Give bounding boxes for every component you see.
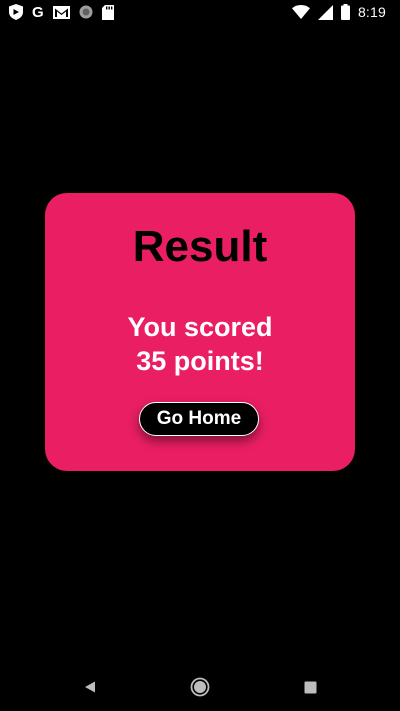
battery-icon: [340, 4, 350, 20]
circle-icon: [79, 5, 93, 19]
result-title: Result: [132, 222, 268, 271]
gmail-icon: [52, 5, 70, 19]
score-message: You scored 35 points!: [45, 310, 355, 378]
go-home-button[interactable]: Go Home: [139, 402, 259, 436]
score-line-2: 35 points!: [136, 346, 264, 376]
signal-icon: [317, 4, 333, 20]
status-bar: G 8:19: [0, 0, 400, 24]
sd-card-icon: [101, 4, 114, 20]
clock-time: 8:19: [357, 4, 386, 20]
score-line-1: You scored: [127, 312, 273, 342]
status-bar-system: 8:19: [291, 0, 400, 24]
wifi-icon: [291, 5, 310, 19]
home-icon[interactable]: [188, 675, 212, 699]
result-card: Result You scored 35 points! Go Home: [45, 193, 355, 471]
recents-icon[interactable]: [298, 675, 322, 699]
shield-icon: [9, 4, 23, 20]
google-icon: G: [32, 3, 44, 21]
back-icon[interactable]: [78, 675, 102, 699]
status-bar-notifications: G: [0, 0, 114, 24]
app-screen: G 8:19 Result You scored 35 points! Go H…: [0, 0, 400, 711]
navigation-bar: [0, 663, 400, 711]
